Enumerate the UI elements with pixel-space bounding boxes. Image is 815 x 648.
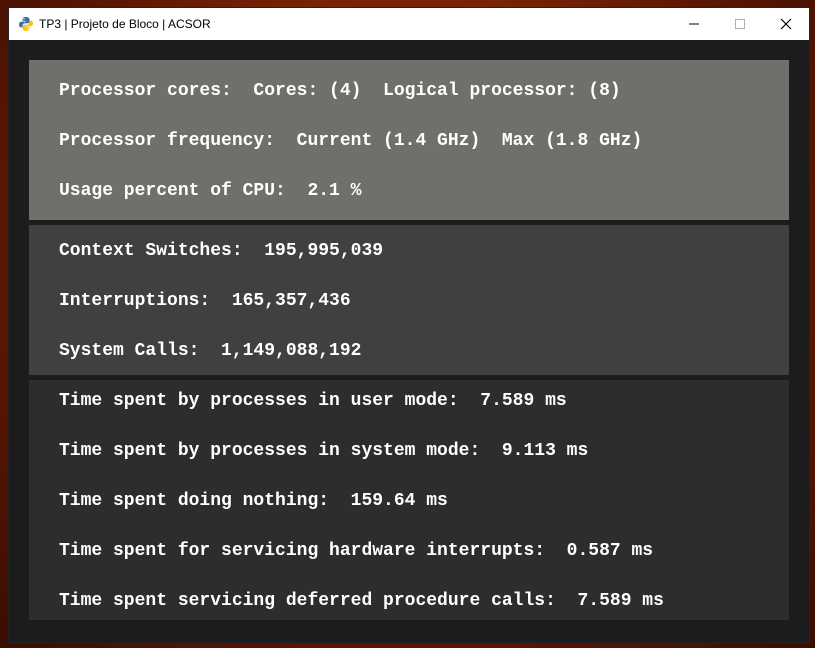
minimize-button[interactable] (671, 8, 717, 40)
maximize-icon (735, 19, 745, 29)
system-mode-time-text: Time spent by processes in system mode: … (59, 441, 589, 461)
cpu-stats-panel: Context Switches: 195,995,039 Interrupti… (29, 225, 789, 375)
python-icon (19, 17, 33, 31)
context-switches-text: Context Switches: 195,995,039 (59, 241, 384, 261)
app-window: TP3 | Projeto de Bloco | ACSOR Processor… (9, 8, 809, 642)
minimize-icon (689, 23, 699, 25)
window-title: TP3 | Projeto de Bloco | ACSOR (39, 17, 211, 31)
dpc-time-text: Time spent servicing deferred procedure … (59, 591, 664, 611)
idle-time-text: Time spent doing nothing: 159.64 ms (59, 491, 448, 511)
processor-frequency-text: Processor frequency: Current (1.4 GHz) M… (59, 131, 643, 151)
cpu-usage-text: Usage percent of CPU: 2.1 % (59, 181, 362, 201)
cpu-info-panel: Processor cores: Cores: (4) Logical proc… (29, 60, 789, 220)
cpu-times-panel: Time spent by processes in user mode: 7.… (29, 380, 789, 620)
close-icon (780, 18, 792, 30)
system-calls-text: System Calls: 1,149,088,192 (59, 341, 362, 361)
hardware-interrupts-time-text: Time spent for servicing hardware interr… (59, 541, 654, 561)
user-mode-time-text: Time spent by processes in user mode: 7.… (59, 391, 567, 411)
interruptions-text: Interruptions: 165,357,436 (59, 291, 351, 311)
processor-cores-text: Processor cores: Cores: (4) Logical proc… (59, 81, 621, 101)
title-bar[interactable]: TP3 | Projeto de Bloco | ACSOR (9, 8, 809, 40)
maximize-button[interactable] (717, 8, 763, 40)
content-area: Processor cores: Cores: (4) Logical proc… (9, 40, 809, 642)
close-button[interactable] (763, 8, 809, 40)
